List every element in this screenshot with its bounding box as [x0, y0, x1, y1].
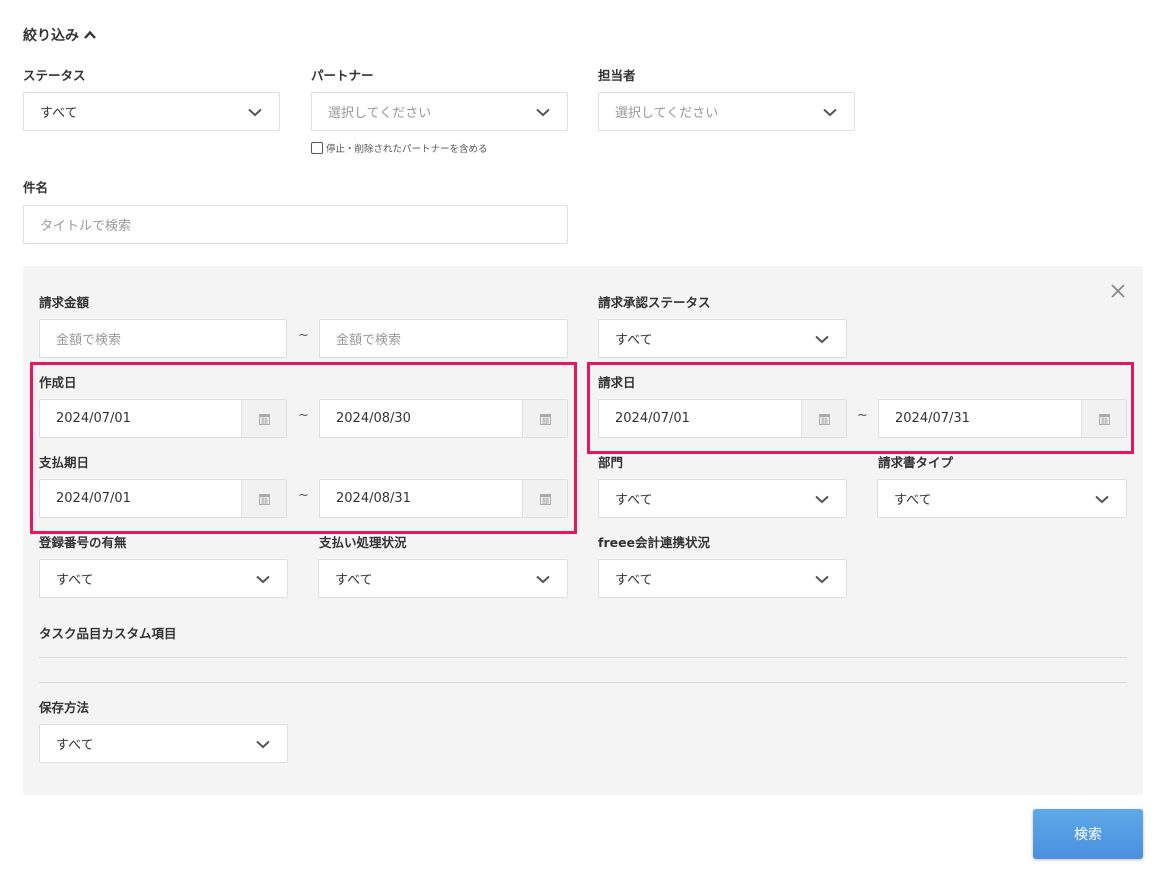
assignee-placeholder: 選択してください: [615, 106, 719, 121]
subject-placeholder: タイトルで検索: [40, 219, 132, 234]
payment-status-value: すべて: [335, 573, 373, 588]
chevron-down-icon: [536, 108, 550, 117]
registration-number-label: 登録番号の有無: [39, 535, 127, 550]
status-label: ステータス: [23, 68, 86, 83]
search-button[interactable]: 検索: [1033, 809, 1143, 859]
storage-select[interactable]: すべて: [39, 724, 288, 763]
subject-search-input[interactable]: タイトルで検索: [23, 205, 568, 244]
freee-status-label: freee会計連携状況: [598, 535, 711, 550]
chevron-down-icon: [248, 108, 262, 117]
close-icon[interactable]: [1111, 284, 1125, 298]
divider: [39, 682, 1127, 683]
assignee-label: 担当者: [598, 68, 636, 83]
filter-title: 絞り込み: [23, 28, 79, 44]
partner-placeholder: 選択してください: [328, 106, 432, 121]
amount-to-placeholder: 金額で検索: [336, 333, 402, 348]
approval-status-label: 請求承認ステータス: [598, 295, 711, 310]
payment-status-select[interactable]: すべて: [318, 559, 568, 598]
freee-status-value: すべて: [615, 573, 653, 588]
freee-status-select[interactable]: すべて: [598, 559, 847, 598]
amount-label: 請求金額: [39, 295, 90, 310]
range-separator: ~: [298, 328, 309, 343]
assignee-select[interactable]: 選択してください: [598, 92, 855, 131]
highlight-box: [587, 362, 1134, 454]
filter-toggle[interactable]: 絞り込み: [23, 25, 97, 45]
partner-label: パートナー: [311, 68, 374, 83]
invoice-type-label: 請求書タイプ: [878, 455, 954, 470]
payment-status-label: 支払い処理状況: [319, 535, 407, 550]
storage-value: すべて: [56, 738, 94, 753]
invoice-type-select[interactable]: すべて: [877, 479, 1127, 518]
chevron-down-icon: [536, 575, 550, 584]
department-value: すべて: [615, 493, 653, 508]
amount-to-input[interactable]: 金額で検索: [319, 319, 568, 358]
chevron-down-icon: [815, 575, 829, 584]
divider: [39, 657, 1127, 658]
custom-items-label: タスク品目カスタム項目: [39, 626, 177, 641]
registration-number-value: すべて: [56, 573, 94, 588]
chevron-down-icon: [1095, 495, 1109, 504]
status-value: すべて: [40, 106, 78, 121]
approval-status-value: すべて: [615, 333, 653, 348]
subject-label: 件名: [23, 180, 49, 195]
include-deleted-checkbox[interactable]: [311, 142, 323, 154]
approval-status-select[interactable]: すべて: [598, 319, 847, 358]
chevron-down-icon: [815, 335, 829, 344]
include-deleted-partner[interactable]: 停止・削除されたパートナーを含める: [311, 141, 488, 155]
department-select[interactable]: すべて: [598, 479, 847, 518]
chevron-down-icon: [815, 495, 829, 504]
registration-number-select[interactable]: すべて: [39, 559, 288, 598]
include-deleted-label: 停止・削除されたパートナーを含める: [326, 144, 488, 155]
department-label: 部門: [598, 455, 624, 470]
highlight-box: [30, 362, 577, 534]
invoice-type-value: すべて: [894, 493, 932, 508]
chevron-up-icon: [84, 30, 96, 39]
storage-label: 保存方法: [39, 700, 90, 715]
amount-from-input[interactable]: 金額で検索: [39, 319, 287, 358]
chevron-down-icon: [256, 575, 270, 584]
partner-select[interactable]: 選択してください: [311, 92, 568, 131]
chevron-down-icon: [823, 108, 837, 117]
chevron-down-icon: [256, 740, 270, 749]
amount-from-placeholder: 金額で検索: [56, 333, 122, 348]
status-select[interactable]: すべて: [23, 92, 280, 131]
